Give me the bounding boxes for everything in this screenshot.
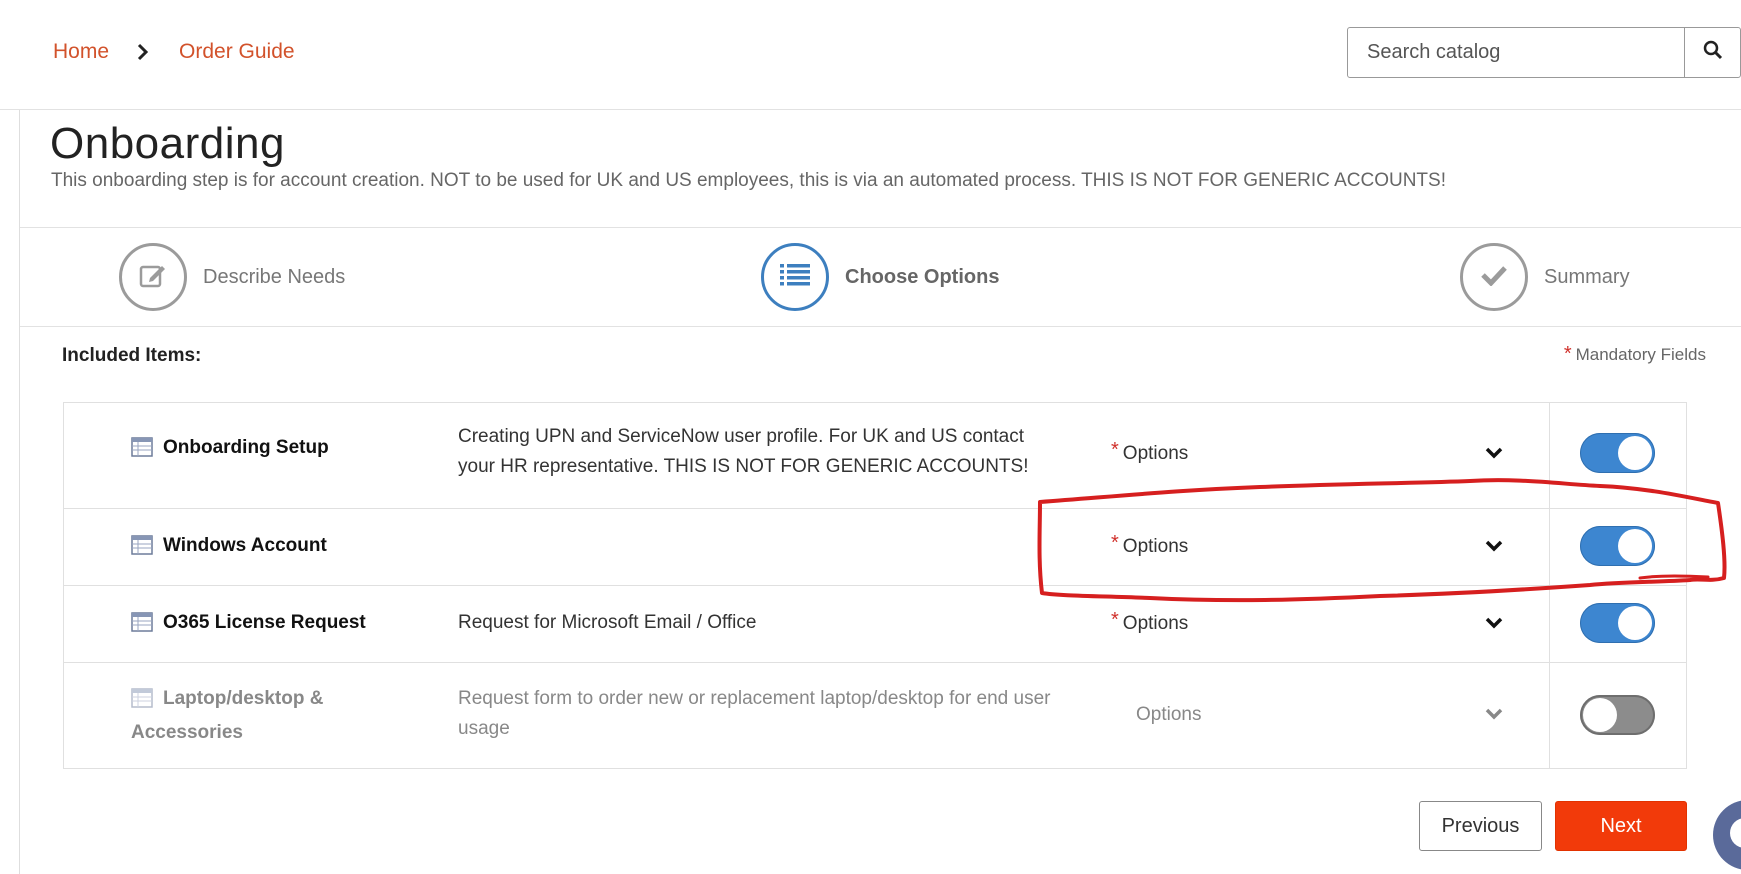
item-toggle[interactable]: [1580, 695, 1655, 735]
chat-icon: [1730, 818, 1741, 848]
table-icon: [131, 535, 153, 565]
table-icon: [131, 612, 153, 642]
search-button[interactable]: [1684, 28, 1740, 77]
table-row: O365 License Request Request for Microso…: [64, 586, 1686, 663]
chevron-down-icon[interactable]: [1484, 539, 1504, 558]
required-asterisk: *: [1111, 439, 1119, 461]
required-asterisk: *: [1111, 609, 1119, 631]
options-text: Options: [1122, 613, 1189, 634]
step-circle: [119, 243, 187, 311]
step-summary[interactable]: Summary: [1460, 243, 1630, 311]
previous-button[interactable]: Previous: [1419, 801, 1542, 851]
item-name-text: Onboarding Setup: [163, 437, 329, 458]
options-label[interactable]: * Options: [1111, 532, 1189, 558]
search-input[interactable]: [1348, 28, 1684, 77]
header: Home Order Guide: [0, 0, 1741, 110]
included-items-table: Onboarding Setup Creating UPN and Servic…: [63, 402, 1687, 769]
required-asterisk: *: [1111, 532, 1119, 554]
check-icon: [1480, 264, 1508, 291]
item-toggle[interactable]: [1580, 526, 1655, 566]
step-circle: [1460, 243, 1528, 311]
page-description: This onboarding step is for account crea…: [51, 170, 1446, 191]
search-box: [1347, 27, 1741, 78]
step-circle: [761, 243, 829, 311]
edit-icon: [138, 260, 168, 295]
required-asterisk: *: [1563, 343, 1572, 365]
item-name-text: O365 License Request: [163, 612, 366, 633]
options-text: Options: [1122, 443, 1189, 464]
step-label: Summary: [1544, 265, 1630, 288]
toggle-cell: [1549, 663, 1686, 768]
table-icon: [131, 437, 153, 467]
step-choose-options[interactable]: Choose Options: [761, 243, 999, 311]
table-row: Laptop/desktop & Accessories Request for…: [64, 663, 1686, 768]
item-name: Onboarding Setup: [131, 433, 329, 467]
toggle-cell: [1549, 403, 1686, 508]
step-describe-needs[interactable]: Describe Needs: [119, 243, 345, 311]
item-name-text: Windows Account: [163, 535, 327, 556]
chevron-down-icon[interactable]: [1484, 446, 1504, 465]
item-toggle[interactable]: [1580, 603, 1655, 643]
search-icon: [1703, 40, 1723, 65]
breadcrumb-home-link[interactable]: Home: [53, 40, 109, 64]
chevron-right-icon: [137, 43, 149, 61]
options-text: Options: [1122, 536, 1189, 557]
toggle-knob: [1618, 529, 1652, 563]
step-label: Describe Needs: [203, 265, 346, 288]
mandatory-fields-note: * Mandatory Fields: [1564, 343, 1706, 366]
item-name: Laptop/desktop & Accessories: [131, 684, 371, 748]
options-label[interactable]: Options: [1132, 703, 1201, 726]
options-label[interactable]: * Options: [1111, 439, 1189, 465]
options-text: Options: [1136, 704, 1202, 725]
item-name-text: Laptop/desktop & Accessories: [131, 688, 324, 743]
included-items-heading: Included Items:: [62, 345, 202, 366]
toggle-knob: [1618, 606, 1652, 640]
chevron-down-icon[interactable]: [1484, 707, 1504, 726]
table-row: Onboarding Setup Creating UPN and Servic…: [64, 403, 1686, 509]
next-button[interactable]: Next: [1555, 801, 1687, 851]
item-description: Request for Microsoft Email / Office: [458, 612, 757, 633]
options-label[interactable]: * Options: [1111, 609, 1189, 635]
item-name: O365 License Request: [131, 608, 366, 642]
item-name: Windows Account: [131, 531, 327, 565]
breadcrumb: Home Order Guide: [53, 40, 295, 64]
page-title: Onboarding: [50, 119, 285, 168]
table-icon: [131, 688, 153, 718]
toggle-cell: [1549, 509, 1686, 585]
item-description: Creating UPN and ServiceNow user profile…: [458, 426, 1029, 477]
breadcrumb-order-guide-link[interactable]: Order Guide: [179, 40, 295, 64]
main-panel: Onboarding This onboarding step is for a…: [19, 110, 1741, 874]
toggle-cell: [1549, 586, 1686, 662]
step-label: Choose Options: [845, 265, 1000, 288]
toggle-knob: [1618, 436, 1652, 470]
stepper: Describe Needs Choose Options Summary: [20, 227, 1741, 327]
mandatory-fields-label: Mandatory Fields: [1575, 345, 1706, 364]
item-description: Request form to order new or replacement…: [458, 688, 1051, 739]
list-icon: [779, 262, 811, 293]
table-row: Windows Account * Options: [64, 509, 1686, 586]
item-toggle[interactable]: [1580, 433, 1655, 473]
chevron-down-icon[interactable]: [1484, 616, 1504, 635]
toggle-knob: [1583, 698, 1617, 732]
